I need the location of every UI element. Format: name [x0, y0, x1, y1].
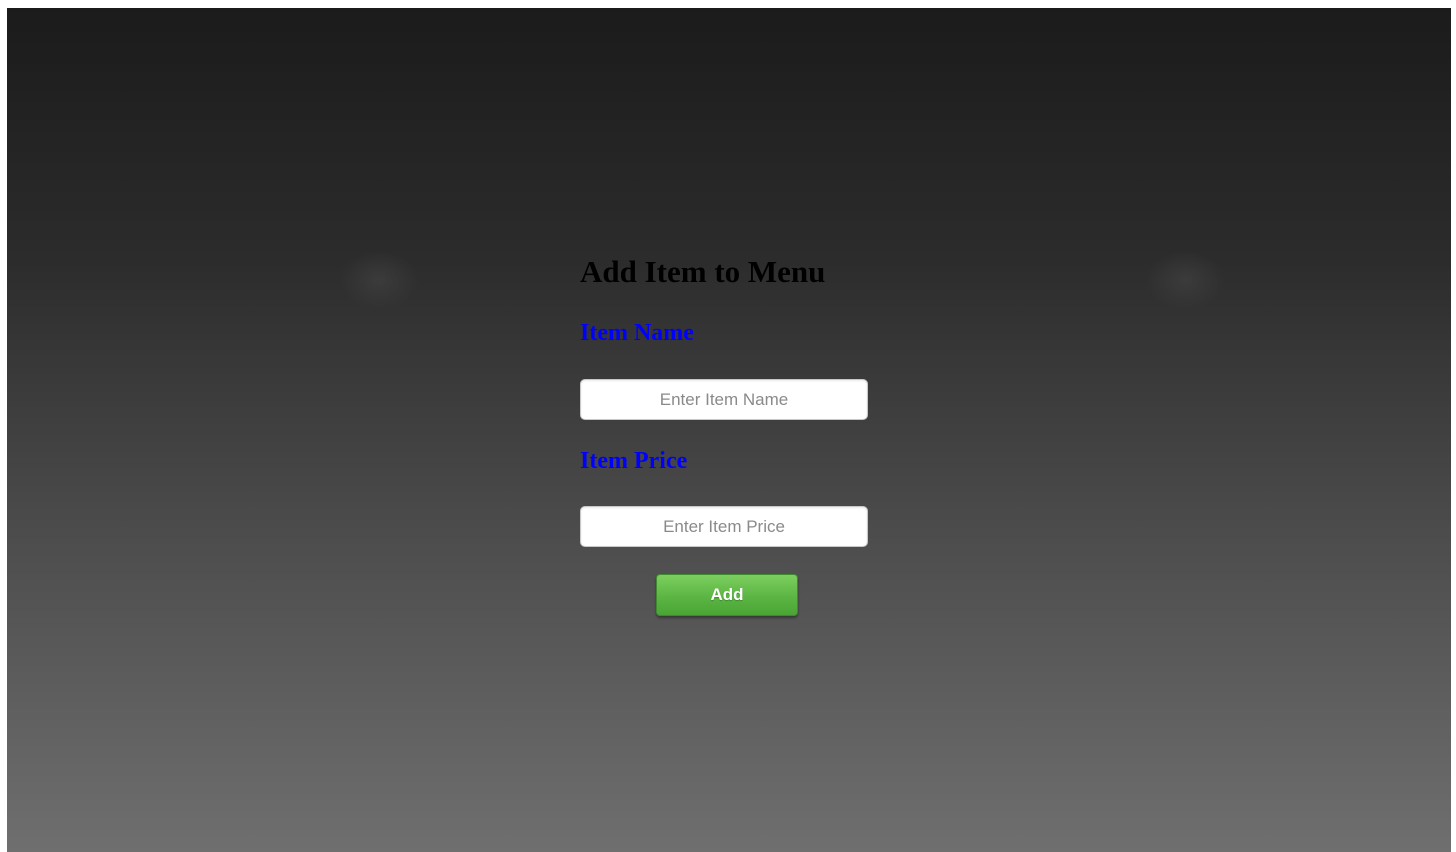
page-background: Add Item to Menu Item Name Item Price Ad… — [7, 8, 1451, 852]
background-shape-left — [339, 250, 419, 310]
page-title: Add Item to Menu — [580, 254, 826, 289]
item-price-label: Item Price — [580, 448, 688, 474]
item-name-label: Item Name — [580, 320, 694, 346]
item-price-input[interactable] — [580, 506, 868, 547]
add-button[interactable]: Add — [656, 574, 798, 616]
item-name-input[interactable] — [580, 379, 868, 420]
background-shape-right — [1145, 250, 1225, 310]
